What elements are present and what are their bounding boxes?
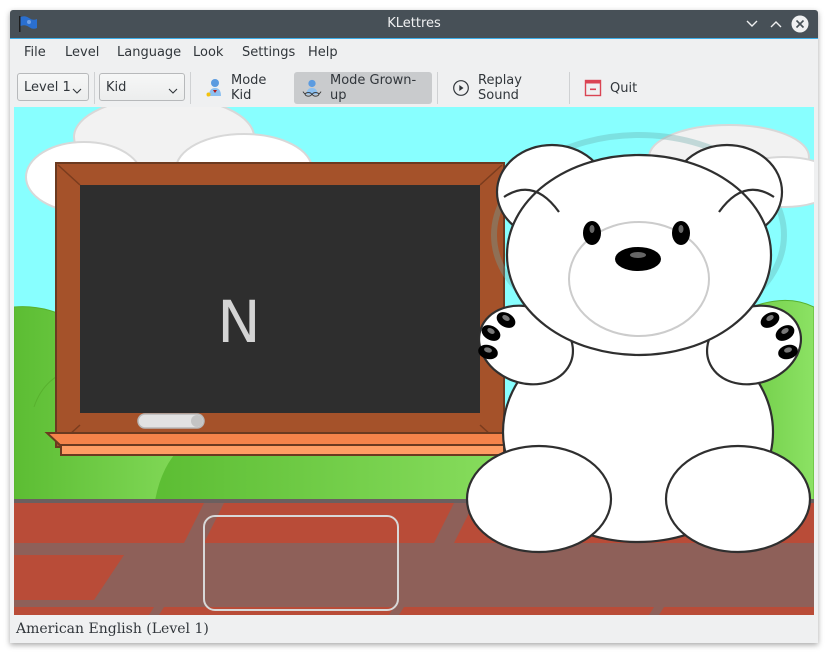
displayed-letter: N [217, 288, 261, 356]
menu-help[interactable]: Help [308, 45, 338, 60]
chevron-down-icon [168, 83, 178, 98]
toolbar-separator [190, 72, 191, 104]
toolbar-separator [569, 72, 570, 104]
close-button[interactable] [790, 14, 810, 34]
menu-settings[interactable]: Settings [242, 45, 295, 60]
look-select-value: Kid [106, 80, 127, 95]
menu-bar: File Level Language Look Settings Help [10, 39, 818, 67]
scene-background [14, 107, 814, 615]
level-select-value: Level 1 [24, 80, 71, 95]
play-circle-icon [452, 78, 470, 98]
game-scene: N [14, 107, 814, 615]
title-bar[interactable]: KLettres [10, 10, 818, 39]
chevron-up-icon [770, 20, 782, 28]
toolbar-separator [94, 72, 95, 104]
chevron-down-icon [746, 20, 758, 28]
minimize-button[interactable] [742, 14, 762, 34]
mode-kid-button[interactable]: Mode Kid [197, 72, 291, 104]
toolbar: Level 1 Kid Mode Kid Mode Grown-up Repla… [10, 68, 818, 108]
level-select[interactable]: Level 1 [17, 73, 89, 101]
status-bar: American English (Level 1) [10, 617, 818, 643]
grownup-mode-icon [302, 78, 322, 98]
quit-button[interactable]: Quit [576, 72, 640, 104]
chalkboard-surface [80, 185, 480, 413]
mode-grownup-label: Mode Grown-up [330, 73, 417, 103]
maximize-button[interactable] [766, 14, 786, 34]
menu-level[interactable]: Level [65, 45, 99, 60]
bear-left-foot [465, 444, 613, 554]
close-icon [791, 15, 809, 33]
mode-kid-label: Mode Kid [231, 73, 267, 103]
quit-icon [584, 78, 602, 98]
quit-label: Quit [610, 80, 638, 96]
klettres-window: KLettres File Level Language Look Settin [10, 10, 818, 643]
bear-right-foot [664, 444, 812, 554]
bear-nose [615, 247, 661, 271]
kid-mode-icon [205, 78, 223, 98]
chalkboard [44, 162, 505, 456]
chalk-piece [137, 413, 205, 429]
menu-look[interactable]: Look [193, 45, 223, 60]
toolbar-separator [437, 72, 438, 104]
look-select[interactable]: Kid [99, 73, 185, 101]
status-text: American English (Level 1) [16, 621, 209, 637]
mode-grownup-button[interactable]: Mode Grown-up [294, 72, 432, 104]
replay-sound-label: Replay Sound [478, 73, 522, 103]
menu-language[interactable]: Language [117, 45, 181, 60]
chevron-down-icon [72, 83, 82, 98]
replay-sound-button[interactable]: Replay Sound [444, 72, 564, 104]
window-title: KLettres [387, 16, 441, 31]
answer-input-box[interactable] [203, 515, 399, 611]
teddy-bear [465, 132, 812, 554]
menu-file[interactable]: File [24, 45, 46, 60]
